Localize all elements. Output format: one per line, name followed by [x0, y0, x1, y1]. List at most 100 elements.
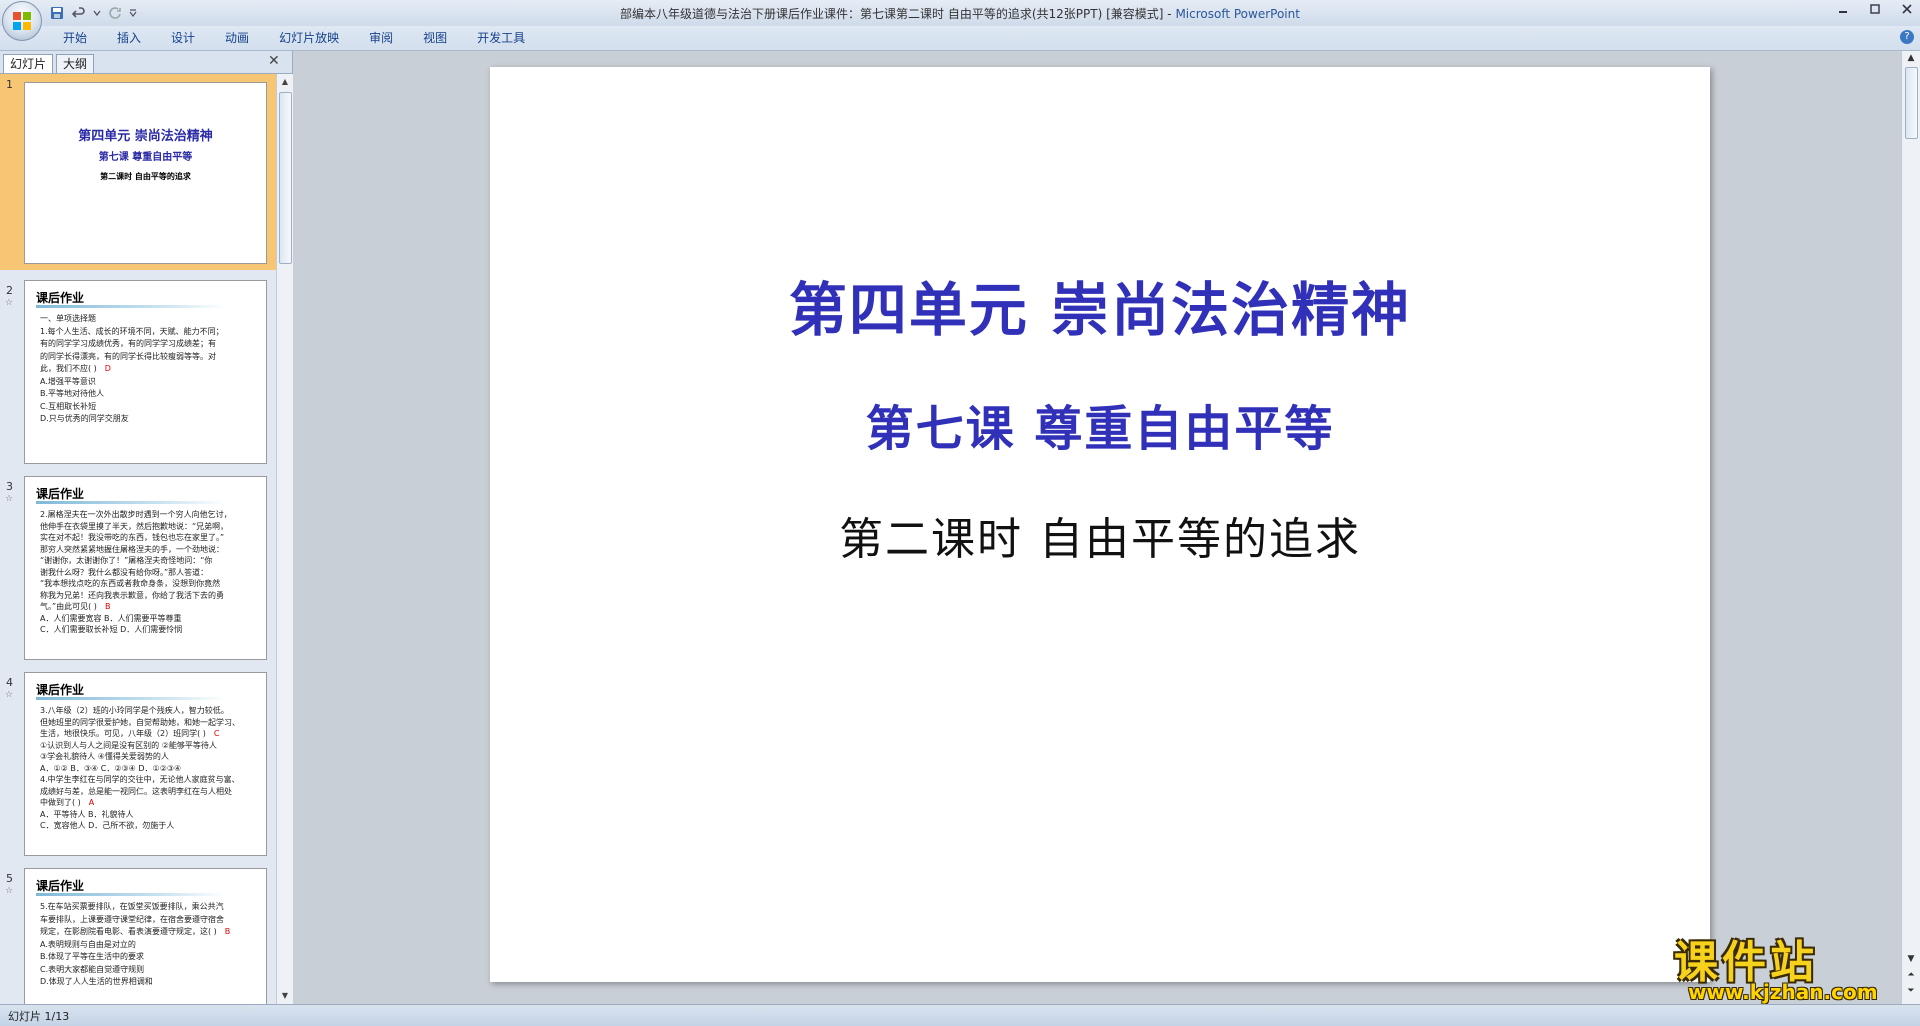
answer-label: C: [213, 729, 220, 738]
thumb-lesson: 第二课时 自由平等的追求: [100, 172, 191, 181]
close-icon[interactable]: [1900, 2, 1914, 16]
animation-star-icon: ☆: [5, 886, 14, 896]
text-line: A.表明规则与自由是对立的: [40, 939, 136, 949]
maximize-icon[interactable]: [1868, 2, 1882, 16]
slide-number: 4: [6, 676, 13, 689]
scroll-down-icon[interactable]: ▼: [1905, 954, 1917, 964]
answer-label: B: [104, 602, 111, 611]
editor-scrollbar[interactable]: ▲ ▼ ⏶ ⏷: [1901, 51, 1920, 1004]
close-icon[interactable]: ✕: [268, 54, 282, 68]
thumbnail-row-1[interactable]: 1 第四单元 崇尚法治精神 第七课 尊重自由平等 第二课时 自由平等的追求: [0, 74, 276, 270]
tab-slides[interactable]: 幻灯片: [3, 54, 54, 73]
office-logo-icon: [13, 12, 31, 30]
slide-thumbnails: 1 第四单元 崇尚法治精神 第七课 尊重自由平等 第二课时 自由平等的追求 2 …: [0, 74, 276, 1004]
tab-developer[interactable]: 开发工具: [462, 30, 540, 46]
ribbon-tab-bar: 开始 插入 设计 动画 幻灯片放映 审阅 视图 开发工具 ?: [0, 26, 1920, 51]
thumbnail-row-4[interactable]: 4 ☆ 课后作业 3.八年级（2）班的小玲同学是个残疾人，智力较低。 但她班里的…: [0, 672, 276, 860]
thumb-body: 一、单项选择题 1.每个人生活、成长的环境不同，天赋、能力不同； 有的同学学习成…: [40, 313, 252, 426]
window-controls: [1836, 2, 1914, 16]
watermark-url: www.kjzhan.com: [1688, 980, 1878, 1004]
tab-view[interactable]: 视图: [408, 30, 462, 46]
text-line: 实在对不起！我没带吃的东西，钱包也忘在家里了。”: [40, 533, 225, 542]
scroll-up-icon[interactable]: ▲: [1905, 53, 1917, 63]
slide-subtitle[interactable]: 第七课 尊重自由平等: [490, 389, 1710, 459]
slide-thumbnail-5[interactable]: 课后作业 5.在车站买票要排队，在饭堂买饭要排队，乘公共汽 车要排队，上课要遵守…: [24, 868, 267, 1004]
thumb-subtitle: 第七课 尊重自由平等: [98, 152, 193, 163]
text-line: 车要排队，上课要遵守课堂纪律，在宿舍要遵守宿舍: [40, 914, 224, 924]
scroll-down-icon[interactable]: ▼: [280, 991, 290, 1001]
title-underline: [36, 501, 226, 504]
thumbnail-row-3[interactable]: 3 ☆ 课后作业 2.屠格涅夫在一次外出散步时遇到一个穷人向他乞讨， 他伸手在衣…: [0, 476, 276, 664]
slide-number: 2: [6, 284, 13, 297]
tab-review[interactable]: 审阅: [354, 30, 408, 46]
text-line: A．①② B．③④ C．②③④ D．①②③④: [40, 763, 182, 773]
thumb-title: 课后作业: [36, 291, 85, 305]
text-line: 称我为兄弟！还向我表示歉意，你给了我活下去的勇: [40, 590, 224, 600]
animation-star-icon: ☆: [5, 494, 14, 504]
thumb-body: 3.八年级（2）班的小玲同学是个残疾人，智力较低。 但她班里的同学很爱护她，自觉…: [40, 705, 252, 832]
text-line: ①认识到人与人之间是没有区别的 ②能够平等待人: [40, 740, 217, 750]
title-underline: [36, 893, 226, 896]
ribbon-tabs: 开始 插入 设计 动画 幻灯片放映 审阅 视图 开发工具: [48, 30, 540, 46]
scroll-thumb[interactable]: [1905, 67, 1918, 139]
text-line: B.平等地对待他人: [40, 389, 105, 398]
answer-label: D: [104, 364, 111, 373]
slide-thumbnail-4[interactable]: 课后作业 3.八年级（2）班的小玲同学是个残疾人，智力较低。 但她班里的同学很爱…: [24, 672, 267, 856]
scroll-up-icon[interactable]: ▲: [280, 77, 290, 87]
tab-animations[interactable]: 动画: [210, 30, 264, 46]
text-line: 有的同学学习成绩优秀，有的同学学习成绩差；有: [40, 339, 216, 348]
text-line: 他伸手在衣袋里摸了半天，然后抱歉地说：“兄弟啊，: [40, 521, 229, 531]
answer-label: A: [88, 798, 95, 807]
thumb-body: 2.屠格涅夫在一次外出散步时遇到一个穷人向他乞讨， 他伸手在衣袋里摸了半天，然后…: [40, 509, 252, 636]
tab-design[interactable]: 设计: [156, 30, 210, 46]
tab-insert[interactable]: 插入: [102, 30, 156, 46]
current-slide[interactable]: 第四单元 崇尚法治精神 第七课 尊重自由平等 第二课时 自由平等的追求: [490, 67, 1710, 982]
text-line: 的同学长得漂亮，有的同学长得比较瘦弱等等。对: [40, 351, 216, 361]
minimize-icon[interactable]: [1836, 2, 1850, 16]
text-line: C.表明大家都能自觉遵守规则: [40, 964, 145, 974]
window-title: 部编本八年级道德与法治下册课后作业课件：第七课第二课时 自由平等的追求(共12张…: [620, 7, 1300, 21]
slide-thumbnail-1[interactable]: 第四单元 崇尚法治精神 第七课 尊重自由平等 第二课时 自由平等的追求: [24, 82, 267, 264]
animation-star-icon: ☆: [5, 690, 14, 700]
help-icon[interactable]: ?: [1900, 30, 1914, 44]
next-slide-icon[interactable]: ⏷: [1905, 986, 1917, 996]
animation-star-icon: ☆: [5, 298, 14, 308]
title-bar: 部编本八年级道德与法治下册课后作业课件：第七课第二课时 自由平等的追求(共12张…: [0, 0, 1920, 26]
answer-label: B: [224, 927, 231, 936]
text-line: “谢谢你，太谢谢你了！”屠格涅夫奇怪地问：“你: [40, 556, 213, 565]
pane-tabs: 幻灯片 大纲 ✕: [0, 51, 292, 74]
thumbnail-row-2[interactable]: 2 ☆ 课后作业 一、单项选择题 1.每个人生活、成长的环境不同，天赋、能力不同…: [0, 280, 276, 468]
text-line: C．人们需要取长补短 D．人们需要怜悯: [40, 625, 183, 634]
slide-number: 5: [6, 872, 13, 885]
scroll-thumb[interactable]: [279, 92, 292, 264]
thumbnail-scrollbar[interactable]: ▲ ▼: [276, 74, 293, 1004]
text-line: A.增强平等意识: [40, 376, 96, 386]
text-line: 3.八年级（2）班的小玲同学是个残疾人，智力较低。: [40, 706, 229, 715]
slide-thumbnail-2[interactable]: 课后作业 一、单项选择题 1.每个人生活、成长的环境不同，天赋、能力不同； 有的…: [24, 280, 267, 464]
text-line: 2.屠格涅夫在一次外出散步时遇到一个穷人向他乞讨，: [40, 510, 232, 519]
text-line: B.体现了平等在生活中的要求: [40, 952, 145, 961]
app-name: Microsoft PowerPoint: [1175, 7, 1300, 21]
text-line: 成绩好与差，总是能一视同仁。这表明李红在与人相处: [40, 786, 232, 796]
text-line: A．平等待人 B．礼貌待人: [40, 809, 134, 819]
document-title: 部编本八年级道德与法治下册课后作业课件：第七课第二课时 自由平等的追求(共12张…: [620, 7, 1164, 21]
title-underline: [36, 697, 226, 700]
tab-outline[interactable]: 大纲: [56, 54, 95, 73]
slide-number: 1: [6, 78, 13, 91]
thumb-title: 课后作业: [36, 487, 85, 501]
thumbnail-row-5[interactable]: 5 ☆ 课后作业 5.在车站买票要排队，在饭堂买饭要排队，乘公共汽 车要排队，上…: [0, 868, 276, 1004]
slide-number: 3: [6, 480, 13, 493]
thumb-title: 第四单元 崇尚法治精神: [78, 129, 213, 144]
tab-slideshow[interactable]: 幻灯片放映: [264, 30, 354, 46]
slide-counter: 幻灯片 1/13: [8, 1010, 70, 1023]
previous-slide-icon[interactable]: ⏶: [1905, 970, 1917, 980]
slide-thumbnail-3[interactable]: 课后作业 2.屠格涅夫在一次外出散步时遇到一个穷人向他乞讨， 他伸手在衣袋里摸了…: [24, 476, 267, 660]
slide-title[interactable]: 第四单元 崇尚法治精神: [490, 263, 1710, 347]
slide-lesson[interactable]: 第二课时 自由平等的追求: [490, 503, 1710, 567]
office-button[interactable]: [2, 1, 42, 41]
tab-home[interactable]: 开始: [48, 30, 102, 46]
slide-editor: 第四单元 崇尚法治精神 第七课 尊重自由平等 第二课时 自由平等的追求: [294, 51, 1902, 1004]
watermark-logo: 课件站 www.kjzhan.com: [1668, 926, 1904, 1004]
title-underline: [36, 305, 226, 308]
slides-pane: 幻灯片 大纲 ✕ 1 第四单元 崇尚法治精神 第七课 尊重自由平等 第二课时 自…: [0, 51, 293, 1004]
